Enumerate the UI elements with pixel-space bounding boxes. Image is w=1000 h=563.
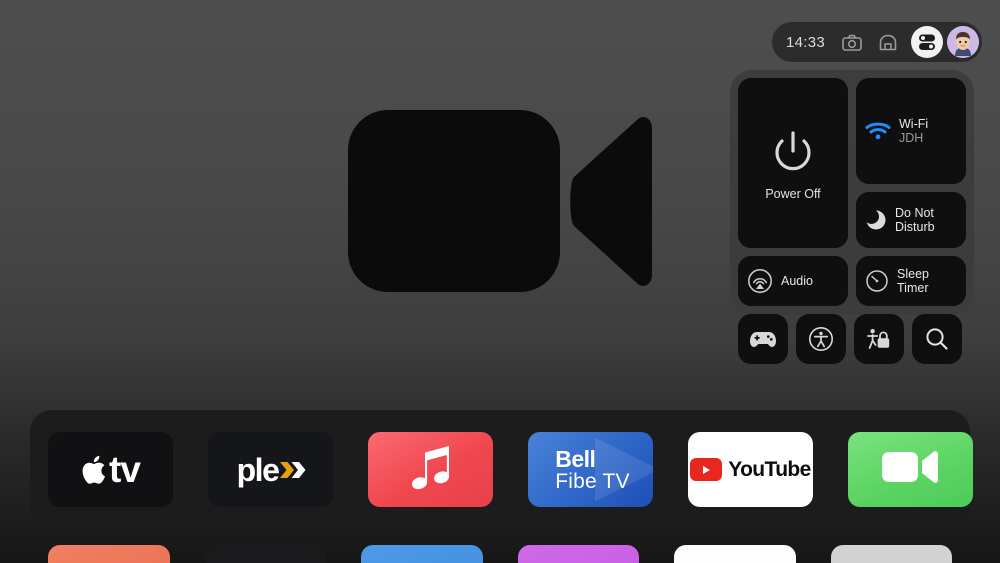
apple-tv-home-screen: 14:33 Power Off Wi-Fi JDH Do Not Disturb…: [0, 0, 1000, 563]
app-tile-row2-2[interactable]: [204, 545, 327, 563]
youtube-play-icon: [690, 458, 723, 481]
wifi-label: Wi-Fi: [899, 116, 929, 131]
sleep-timer-label-line1: Sleep: [897, 267, 929, 281]
restrictions-button[interactable]: [854, 314, 904, 364]
audio-label: Audio: [781, 274, 813, 288]
app-tile-plex[interactable]: ple: [208, 432, 333, 507]
do-not-disturb-button[interactable]: Do Not Disturb: [856, 192, 966, 248]
power-off-button[interactable]: Power Off: [738, 78, 848, 248]
app-dock: tv ple Bell Fibe TV YouTube: [30, 410, 973, 529]
apple-logo-icon: [82, 455, 106, 484]
app-tile-facetime[interactable]: [848, 432, 973, 507]
app-dock-row: tv ple Bell Fibe TV YouTube: [48, 432, 973, 507]
restrictions-lock-icon: [866, 327, 892, 351]
plex-prefix-text: ple: [236, 451, 280, 488]
app-tile-youtube[interactable]: YouTube: [688, 432, 813, 507]
facetime-camera-lens: [570, 117, 652, 286]
power-icon: [765, 125, 821, 181]
sleep-timer-button[interactable]: Sleep Timer: [856, 256, 966, 306]
apple-tv-wordmark: tv: [81, 449, 141, 490]
app-tile-row2-3[interactable]: [361, 545, 483, 563]
control-center-panel: Power Off Wi-Fi JDH Do Not Disturb Audio…: [730, 70, 974, 364]
app-tile-apple-music[interactable]: [368, 432, 493, 507]
control-center-toggle-icon[interactable]: [911, 26, 943, 58]
plex-wordmark: ple: [236, 451, 306, 488]
app-tile-row2-6-art: [831, 545, 953, 563]
audio-button[interactable]: Audio: [738, 256, 848, 306]
app-tile-row2-5-art: [674, 545, 796, 563]
power-off-label: Power Off: [765, 187, 821, 201]
bell-line2: Fibe TV: [555, 469, 630, 493]
search-button[interactable]: [912, 314, 962, 364]
clock: 14:33: [785, 33, 825, 51]
apple-tv-tv-text: tv: [109, 449, 141, 490]
dnd-label-line1: Do Not: [895, 206, 934, 220]
timer-icon: [865, 269, 889, 293]
wifi-network-name: JDH: [899, 130, 924, 145]
app-tile-row2-6[interactable]: [830, 545, 953, 563]
wifi-button[interactable]: Wi-Fi JDH: [856, 78, 966, 184]
moon-icon: [865, 209, 887, 231]
dnd-label-line2: Disturb: [895, 220, 935, 234]
bell-wordmark: Bell Fibe TV: [551, 445, 630, 493]
app-tile-row2-1[interactable]: [48, 545, 170, 563]
app-tile-row2-2-art: [205, 545, 327, 563]
accessibility-button[interactable]: [796, 314, 846, 364]
app-tile-apple-tv[interactable]: tv: [48, 432, 173, 507]
app-tile-row2-4[interactable]: [517, 545, 640, 563]
game-controller-button[interactable]: [738, 314, 788, 364]
music-note-icon: [408, 442, 454, 497]
facetime-camera-icon: [348, 110, 653, 292]
airplay-audio-icon: [747, 268, 773, 294]
wifi-icon: [865, 121, 891, 141]
facetime-video-icon: [880, 447, 942, 492]
app-tile-bell-fibe-tv[interactable]: Bell Fibe TV: [528, 432, 653, 507]
search-icon: [924, 326, 950, 352]
youtube-text: YouTube: [728, 457, 811, 481]
user-avatar[interactable]: [947, 26, 979, 58]
app-tile-row2-4-art: [518, 545, 640, 563]
facetime-camera-body: [348, 110, 560, 292]
camera-icon[interactable]: [839, 29, 865, 55]
sleep-timer-label-line2: Timer: [897, 281, 929, 295]
home-icon[interactable]: [875, 29, 901, 55]
app-tile-row2-5[interactable]: [674, 545, 796, 563]
app-dock-row-2: [30, 545, 970, 563]
game-controller-icon: [749, 329, 777, 349]
youtube-wordmark: YouTube: [690, 458, 811, 482]
plex-x-glyph: [278, 454, 306, 486]
control-center-mini-row: [738, 314, 966, 364]
bell-line1: Bell: [555, 445, 596, 472]
accessibility-icon: [808, 326, 834, 352]
status-bar: 14:33: [771, 22, 982, 62]
